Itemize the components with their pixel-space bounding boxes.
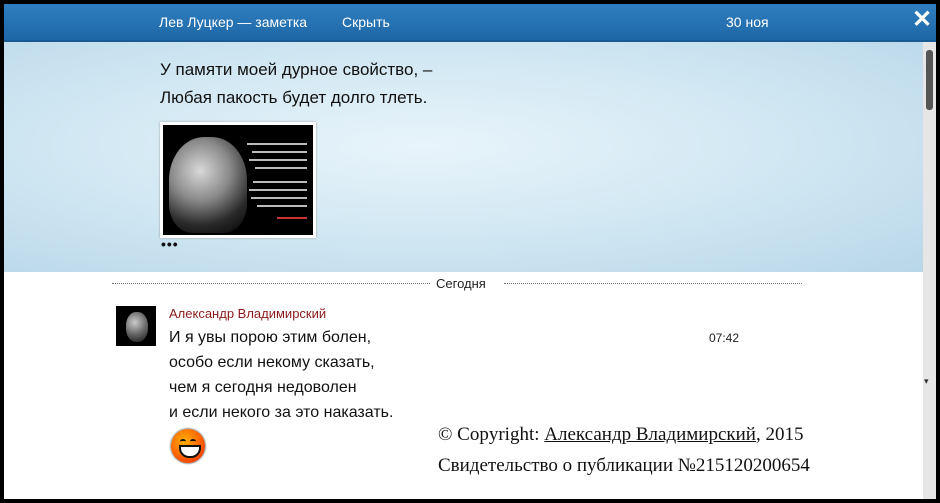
note-panel: У памяти моей дурное свойство, – Любая п… xyxy=(4,42,936,272)
portrait-image xyxy=(169,137,247,233)
note-title[interactable]: Лев Луцкер — заметка xyxy=(159,14,307,30)
copyright-author-link[interactable]: Александр Владимирский xyxy=(544,424,756,445)
publication-certificate: Свидетельство о публикации №215120200654 xyxy=(438,455,810,476)
copyright-suffix: , 2015 xyxy=(755,424,804,445)
hide-button[interactable]: Скрыть xyxy=(342,14,390,30)
avatar[interactable] xyxy=(116,306,156,346)
scroll-down-icon[interactable]: ▾ xyxy=(924,376,934,386)
message-line: чем я сегодня недоволен xyxy=(169,379,357,396)
copyright-prefix: © Copyright: xyxy=(438,424,545,445)
message-line: И я увы порою этим болен, xyxy=(169,329,372,346)
more-indicator[interactable]: ••• xyxy=(161,236,179,252)
close-icon[interactable]: ✕ xyxy=(910,8,934,32)
note-text-line-1: У памяти моей дурное свойство, – xyxy=(160,60,433,79)
note-image-thumbnail[interactable] xyxy=(160,122,316,238)
message-time: 07:42 xyxy=(709,331,740,345)
message-author[interactable]: Александр Владимирский xyxy=(169,306,326,321)
message-line: и если некого за это наказать. xyxy=(169,404,394,421)
smile-emoji-icon xyxy=(171,429,205,463)
message-line: особо если некому сказать, xyxy=(169,354,375,371)
scrollbar[interactable] xyxy=(923,42,936,499)
note-text-line-2: Любая пакость будет долго тлеть. xyxy=(160,88,428,107)
date-separator-label: Сегодня xyxy=(434,276,488,291)
note-date: 30 ноя xyxy=(726,14,769,30)
header-bar: Лев Луцкер — заметка Скрыть 30 ноя ✕ xyxy=(4,4,936,42)
note-window: Лев Луцкер — заметка Скрыть 30 ноя ✕ У п… xyxy=(4,4,936,499)
copyright-line: © Copyright: Александр Владимирский, 201… xyxy=(438,424,803,446)
scrollbar-thumb[interactable] xyxy=(926,50,933,110)
